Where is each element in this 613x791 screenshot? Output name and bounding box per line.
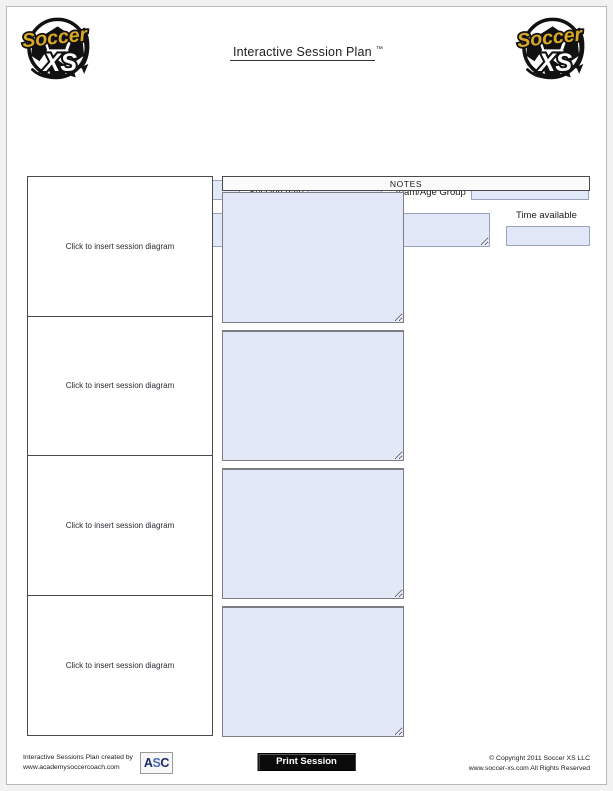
document-header: Soccer Soccer XS XS Soccer Soccer XS XS … bbox=[7, 7, 606, 91]
creator-credit-line1: Interactive Sessions Plan created by bbox=[23, 754, 133, 762]
diagram-slot-3-label: Click to insert session diagram bbox=[65, 520, 175, 530]
notes-header: NOTES bbox=[222, 176, 590, 191]
print-session-button[interactable]: Print Session bbox=[257, 753, 356, 771]
copyright-notice: © Copyright 2011 Soccer XS LLC www.socce… bbox=[469, 754, 590, 774]
notes-input-1[interactable] bbox=[222, 192, 404, 323]
diagram-slot-2-label: Click to insert session diagram bbox=[65, 381, 175, 391]
notes-column: NOTES bbox=[222, 176, 590, 737]
asc-logo-letter-s: S bbox=[152, 756, 161, 770]
page-title-text: Interactive Session Plan bbox=[229, 45, 375, 61]
asc-logo-letter-c: C bbox=[160, 756, 170, 770]
page-title: Interactive Session Plan ™ bbox=[7, 45, 606, 61]
diagram-slot-2[interactable]: Click to insert session diagram bbox=[28, 316, 212, 456]
creator-credit-text: Interactive Sessions Plan created by www… bbox=[23, 753, 133, 773]
diagram-slot-1[interactable]: Click to insert session diagram bbox=[28, 177, 212, 317]
copyright-line1: © Copyright 2011 Soccer XS LLC bbox=[489, 755, 590, 762]
trademark-symbol: ™ bbox=[375, 46, 384, 53]
diagram-slot-4[interactable]: Click to insert session diagram bbox=[28, 595, 212, 735]
diagram-slot-1-label: Click to insert session diagram bbox=[65, 241, 175, 251]
notes-input-3[interactable] bbox=[222, 468, 404, 599]
diagram-column: Click to insert session diagram Click to… bbox=[27, 176, 213, 736]
creator-credit: Interactive Sessions Plan created by www… bbox=[23, 752, 173, 774]
session-content: Click to insert session diagram Click to… bbox=[7, 171, 606, 746]
notes-input-4[interactable] bbox=[222, 606, 404, 737]
asc-logo-letter-a: A bbox=[143, 756, 153, 770]
diagram-slot-3[interactable]: Click to insert session diagram bbox=[28, 456, 212, 596]
document-footer: Interactive Sessions Plan created by www… bbox=[7, 746, 606, 786]
diagram-slot-4-label: Click to insert session diagram bbox=[65, 660, 175, 670]
creator-credit-line2[interactable]: www.academysoccercoach.com bbox=[23, 763, 133, 773]
session-form: Coach Session date Team/Age Group Theme … bbox=[7, 91, 606, 247]
asc-logo: ASC bbox=[139, 752, 173, 774]
document-sheet: Soccer Soccer XS XS Soccer Soccer XS XS … bbox=[6, 6, 607, 785]
copyright-line2[interactable]: www.soccer-xs.com All Rights Reserved bbox=[469, 764, 590, 774]
page-canvas: Soccer Soccer XS XS Soccer Soccer XS XS … bbox=[0, 0, 613, 791]
notes-input-2[interactable] bbox=[222, 330, 404, 461]
